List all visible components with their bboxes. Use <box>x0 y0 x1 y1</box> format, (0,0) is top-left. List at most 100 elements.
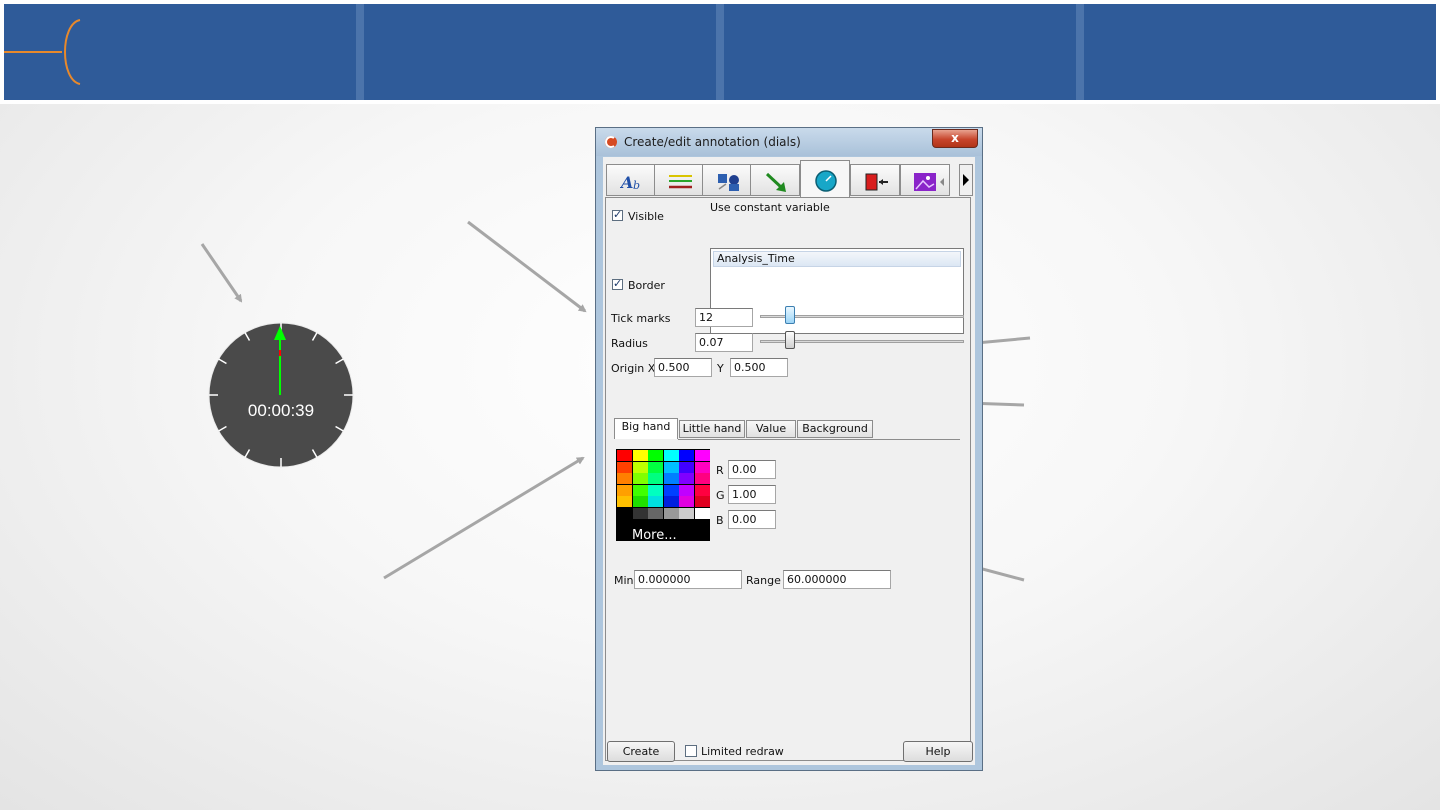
color-swatch[interactable] <box>648 461 663 473</box>
create-button[interactable]: Create <box>607 741 675 762</box>
color-swatch[interactable] <box>679 473 694 484</box>
color-swatch[interactable] <box>617 450 632 461</box>
header-segment-4 <box>1084 4 1436 100</box>
color-swatch[interactable] <box>617 507 632 519</box>
dialog-title: Create/edit annotation (dials) <box>624 135 801 149</box>
color-swatch[interactable] <box>679 450 694 461</box>
origin-y-input[interactable]: 0.500 <box>730 358 788 377</box>
tick-marks-label: Tick marks <box>611 312 671 325</box>
color-swatch[interactable] <box>663 484 679 496</box>
color-swatch[interactable] <box>648 473 663 484</box>
visible-checkbox[interactable] <box>612 208 623 221</box>
subtab-little-hand[interactable]: Little hand <box>679 420 745 438</box>
tab-image[interactable] <box>900 164 950 196</box>
color-swatch[interactable] <box>679 484 694 496</box>
header-segment-3 <box>724 4 1076 100</box>
subtab-background[interactable]: Background <box>797 420 873 438</box>
tab-text[interactable]: A b <box>606 164 656 196</box>
slide-header <box>0 0 1440 104</box>
color-swatch[interactable] <box>679 496 694 507</box>
origin-x-label: Origin X <box>611 362 656 375</box>
color-swatch[interactable] <box>648 450 663 461</box>
color-swatch[interactable] <box>694 450 710 461</box>
color-swatch[interactable] <box>632 484 648 496</box>
border-checkbox[interactable] <box>612 277 623 290</box>
constant-variable-label: Use constant variable <box>710 201 830 214</box>
header-gap <box>356 4 364 100</box>
tab-dials[interactable] <box>800 160 850 197</box>
tab-shapes[interactable] <box>702 164 752 196</box>
color-swatch[interactable] <box>694 473 710 484</box>
color-swatch[interactable] <box>694 461 710 473</box>
color-swatch[interactable] <box>663 450 679 461</box>
origin-x-input[interactable]: 0.500 <box>654 358 712 377</box>
green-input[interactable]: 1.00 <box>728 485 776 504</box>
color-swatch[interactable] <box>632 450 648 461</box>
svg-text:A: A <box>620 173 633 192</box>
radius-input[interactable]: 0.07 <box>695 333 753 352</box>
color-palette[interactable]: More... <box>616 449 710 543</box>
tab-scroll-right-button[interactable] <box>959 164 973 196</box>
color-swatch[interactable] <box>663 507 679 519</box>
list-item[interactable]: Analysis_Time <box>713 251 961 267</box>
more-colors-button[interactable]: More... <box>632 528 677 543</box>
chevron-right-icon <box>963 174 969 186</box>
color-swatch[interactable] <box>663 461 679 473</box>
color-swatch[interactable] <box>679 461 694 473</box>
tick-marks-input[interactable]: 12 <box>695 308 753 327</box>
color-swatch[interactable] <box>694 496 710 507</box>
radius-label: Radius <box>611 337 648 350</box>
green-label: G <box>716 489 725 502</box>
color-swatch[interactable] <box>648 496 663 507</box>
tab-legend[interactable] <box>850 164 900 196</box>
color-swatch[interactable] <box>694 484 710 496</box>
limited-redraw-checkbox[interactable] <box>685 745 697 757</box>
legend-annotation-icon <box>865 173 888 191</box>
limited-redraw-label: Limited redraw <box>701 745 784 758</box>
annotation-type-tabs: A b <box>603 160 975 197</box>
color-swatch[interactable] <box>648 507 663 519</box>
color-swatch[interactable] <box>648 484 663 496</box>
image-annotation-icon <box>914 173 944 191</box>
tab-arrows[interactable] <box>750 164 800 196</box>
arrow-to-tick-marks <box>467 220 587 313</box>
color-swatch[interactable] <box>632 496 648 507</box>
blue-label: B <box>716 514 724 527</box>
subtab-value[interactable]: Value <box>746 420 796 438</box>
color-swatch[interactable] <box>617 461 632 473</box>
line-annotation-icon <box>669 175 692 189</box>
color-swatch[interactable] <box>632 461 648 473</box>
color-swatch[interactable] <box>694 507 710 519</box>
dial-preview: 00:00:39 <box>208 322 354 468</box>
svg-text:b: b <box>633 179 640 192</box>
shapes-annotation-icon <box>718 174 739 191</box>
min-input[interactable]: 0.000000 <box>634 570 742 589</box>
radius-slider-thumb[interactable] <box>785 331 796 349</box>
color-swatch[interactable] <box>679 507 694 519</box>
range-input[interactable]: 60.000000 <box>783 570 891 589</box>
color-swatch[interactable] <box>663 473 679 484</box>
color-swatch[interactable] <box>617 484 632 496</box>
origin-y-label: Y <box>717 362 724 375</box>
tab-lines[interactable] <box>654 164 704 196</box>
dial-face-icon <box>208 322 354 468</box>
annotation-dialog: Create/edit annotation (dials) x A b ✓ V… <box>595 127 983 771</box>
blue-input[interactable]: 0.00 <box>728 510 776 529</box>
color-swatch[interactable] <box>617 473 632 484</box>
dialog-titlebar[interactable]: Create/edit annotation (dials) x <box>596 128 982 156</box>
subtab-big-hand[interactable]: Big hand <box>614 418 678 439</box>
color-swatch[interactable] <box>617 496 632 507</box>
arrow-to-palette <box>383 456 585 580</box>
color-swatch[interactable] <box>663 496 679 507</box>
dial-time-value: 00:00:39 <box>247 401 315 420</box>
arrow-annotation-icon <box>765 172 786 192</box>
text-annotation-icon: A b <box>620 173 640 192</box>
close-button[interactable]: x <box>932 129 978 148</box>
dialog-client: A b ✓ Visible Use constant variable Anal… <box>603 157 975 765</box>
help-button[interactable]: Help <box>903 741 973 762</box>
color-swatch[interactable] <box>632 473 648 484</box>
color-swatch[interactable] <box>632 507 648 519</box>
arrow-to-dial <box>200 243 243 303</box>
tick-marks-slider-thumb[interactable] <box>785 306 796 324</box>
red-input[interactable]: 0.00 <box>728 460 776 479</box>
